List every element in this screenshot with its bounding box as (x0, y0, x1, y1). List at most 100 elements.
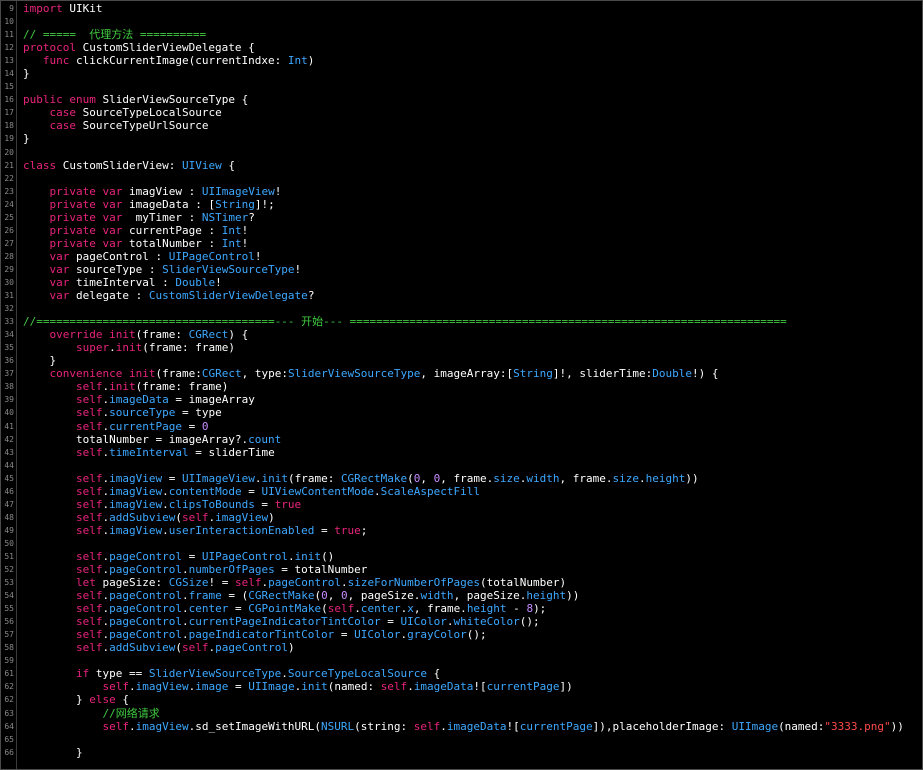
code-line[interactable]: 26 private var currentPage : Int! (1, 224, 922, 237)
line-number: 9 (9, 4, 14, 13)
code-token: . (128, 719, 136, 733)
code-line[interactable]: 33 //====================================… (1, 315, 922, 328)
code-line[interactable]: 25 private var myTimer : NSTimer? (1, 211, 922, 224)
code-line[interactable]: 48 self.addSubview(self.imagView) (1, 511, 922, 524)
code-line[interactable]: 23 private var imagView : UIImageView! (1, 185, 922, 198)
code-text: self.addSubview(self.pageControl) (23, 641, 295, 654)
code-text: self.pageControl.center = CGPointMake(se… (23, 602, 546, 615)
code-token: private (49, 236, 96, 250)
code-line[interactable]: 18 case SourceTypeUrlSource (1, 119, 922, 132)
code-line[interactable]: 15 (1, 80, 922, 93)
code-token: pageControl : (69, 249, 169, 263)
code-line[interactable]: 63 //网络请求 (1, 707, 922, 720)
code-line[interactable]: 42 totalNumber = imageArray?.count (1, 433, 922, 446)
code-line[interactable]: 10 (1, 15, 922, 28)
code-line[interactable]: 21 class CustomSliderView: UIView { (1, 159, 922, 172)
code-line[interactable]: 13 func clickCurrentImage(currentIndxe: … (1, 54, 922, 67)
code-line[interactable]: 39 self.imageData = imageArray (1, 393, 922, 406)
code-line[interactable]: 11 // ===== 代理方法 ========== (1, 28, 922, 41)
code-token: NSURL (321, 719, 355, 733)
code-line[interactable]: 20 (1, 146, 922, 159)
code-line[interactable]: 50 (1, 537, 922, 550)
code-line[interactable]: 30 var timeInterval : Double! (1, 276, 922, 289)
code-line[interactable]: 57 self.pageControl.pageIndicatorTintCol… (1, 628, 922, 641)
code-line[interactable]: 43 self.timeInterval = sliderTime (1, 446, 922, 459)
code-line[interactable]: 66 } (1, 746, 922, 759)
code-line[interactable]: 22 (1, 172, 922, 185)
code-line[interactable]: 58 self.addSubview(self.pageControl) (1, 641, 922, 654)
code-token: ( (321, 602, 328, 616)
code-token: , (327, 589, 341, 603)
code-token: self (75, 628, 103, 642)
code-token: super (75, 341, 110, 355)
code-token: (named: (327, 680, 381, 694)
code-line[interactable]: 55 self.pageControl.center = CGPointMake… (1, 602, 922, 615)
code-token: } (23, 67, 30, 81)
code-line[interactable]: 44 (1, 459, 922, 472)
code-line[interactable]: 65 (1, 733, 922, 746)
code-token: - (506, 602, 527, 616)
code-token: init (115, 341, 143, 355)
code-line[interactable]: 17 case SourceTypeLocalSource (1, 106, 922, 119)
code-line[interactable]: 45 self.imagView = UIImageView.init(fram… (1, 472, 922, 485)
code-line[interactable]: 49 self.imagView.userInteractionEnabled … (1, 524, 922, 537)
code-token: CGRect (201, 367, 242, 381)
code-token: (frame: (135, 328, 189, 342)
code-text: func clickCurrentImage(currentIndxe: Int… (23, 54, 315, 67)
code-token: , pageSize. (347, 589, 421, 603)
code-line[interactable]: 31 var delegate : CustomSliderViewDelega… (1, 289, 922, 302)
line-number: 18 (4, 121, 14, 131)
code-line[interactable]: 61 if type == SliderViewSourceType.Sourc… (1, 667, 922, 680)
code-line[interactable]: 34 override init(frame: CGRect) { (1, 328, 922, 341)
code-line[interactable]: 27 private var totalNumber : Int! (1, 237, 922, 250)
code-line[interactable]: 51 self.pageControl = UIPageControl.init… (1, 550, 922, 563)
code-line[interactable]: 46 self.imagView.contentMode = UIViewCon… (1, 485, 922, 498)
line-number: 39 (4, 395, 14, 405)
code-line[interactable]: 52 self.pageControl.numberOfPages = tota… (1, 563, 922, 576)
code-token: CGRectMake (340, 471, 408, 485)
code-text: } (23, 746, 83, 759)
code-line[interactable]: 35 super.init(frame: frame) (1, 341, 922, 354)
code-line[interactable]: 12 protocol CustomSliderViewDelegate { (1, 41, 922, 54)
line-number: 15 (4, 82, 14, 92)
code-token: String (513, 367, 553, 381)
code-editor[interactable]: 9 import UIKit 10 11 // ===== 代理方法 =========… (0, 0, 923, 770)
code-line[interactable]: 9 import UIKit (1, 2, 922, 15)
code-area[interactable]: 9 import UIKit 10 11 // ===== 代理方法 =========… (1, 2, 922, 759)
code-token: { (427, 667, 441, 681)
code-line[interactable]: 37 convenience init(frame:CGRect, type:S… (1, 367, 922, 380)
line-number: 30 (4, 277, 14, 287)
code-token: . (181, 563, 189, 577)
code-line[interactable]: 41 self.currentPage = 0 (1, 420, 922, 433)
code-line[interactable]: 64 self.imagView.sd_setImageWithURL(NSUR… (1, 720, 922, 733)
code-line[interactable]: 24 private var imageData : [String]!; (1, 198, 922, 211)
code-line[interactable]: 62 } else { (1, 693, 922, 706)
code-line[interactable]: 36 } (1, 354, 922, 367)
code-token: . (181, 615, 189, 629)
code-line[interactable]: 56 self.pageControl.currentPageIndicator… (1, 615, 922, 628)
code-line[interactable]: 62 self.imagView.image = UIImage.init(na… (1, 680, 922, 693)
code-token: ) (287, 641, 295, 655)
line-number: 65 (4, 734, 14, 744)
code-line[interactable]: 59 (1, 654, 922, 667)
code-token: width (420, 589, 454, 603)
code-line[interactable]: 19} (1, 132, 922, 145)
code-line[interactable]: 28 var pageControl : UIPageControl! (1, 250, 922, 263)
code-token: , frame. (559, 471, 613, 485)
code-line[interactable]: 53 let pageSize: CGSize! = self.pageCont… (1, 576, 922, 589)
code-line[interactable]: 38 self.init(frame: frame) (1, 380, 922, 393)
code-line[interactable]: 16 public enum SliderViewSourceType { (1, 93, 922, 106)
code-line[interactable]: 14} (1, 67, 922, 80)
code-line[interactable]: 47 self.imagView.clipsToBounds = true (1, 498, 922, 511)
code-line[interactable]: 54 self.pageControl.frame = (CGRectMake(… (1, 589, 922, 602)
line-number: 25 (4, 212, 14, 222)
code-line[interactable]: 32 (1, 302, 922, 315)
code-line[interactable]: 40 self.sourceType = type (1, 406, 922, 419)
code-line[interactable]: 29 var sourceType : SliderViewSourceType… (1, 263, 922, 276)
code-token: self (75, 380, 103, 394)
line-number: 43 (4, 447, 14, 457)
code-token: . (639, 471, 646, 485)
